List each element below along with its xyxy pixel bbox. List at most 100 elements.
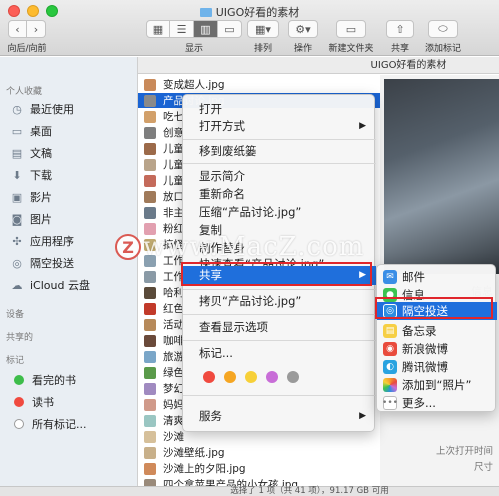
image-thumbnail-icon <box>144 382 156 395</box>
submenu-arrow-icon: ▶ <box>359 411 366 421</box>
menu-item-move-to-trash[interactable]: 移到废纸篓 <box>183 142 376 161</box>
image-thumbnail-icon <box>144 94 156 107</box>
share-button[interactable]: ⇧ <box>386 20 414 38</box>
window-title: UIGO好看的素材 <box>0 4 499 20</box>
sidebar-item-documents[interactable]: ▤ 文稿 <box>10 145 52 161</box>
grid-icon: ▦ <box>152 22 164 36</box>
sidebar-item-applications[interactable]: ✣ 应用程序 <box>10 233 74 249</box>
new-folder-button[interactable]: ▭ <box>336 20 366 38</box>
document-icon: ▤ <box>11 146 23 160</box>
apps-icon: ✣ <box>12 234 22 248</box>
menu-item-get-info[interactable]: 显示简介 <box>183 167 376 186</box>
columns-icon: ▥ <box>200 22 211 36</box>
new-folder-label: 新建文件夹 <box>328 44 374 54</box>
image-thumbnail-icon <box>144 78 156 91</box>
file-name: 哈利 <box>163 287 184 299</box>
share-submenu: ✉ 邮件 ● 信息 ◎ 隔空投送 ▤ 备忘录 ◉ 新浪微博 ◐ 腾讯微博 添加到“照片” •… <box>376 264 497 412</box>
menu-item-services[interactable]: 服务 ▶ <box>183 407 376 426</box>
file-name: 儿童 <box>163 175 184 187</box>
menu-item-label: 查看显示选项 <box>199 320 268 334</box>
clock-icon: ◷ <box>12 102 22 116</box>
sidebar-tag-read-books[interactable]: 看完的书 <box>10 372 76 388</box>
sidebar-item-desktop[interactable]: ▭ 桌面 <box>10 123 52 139</box>
image-thumbnail-icon <box>144 414 156 427</box>
shared-header: 共享的 <box>6 333 34 343</box>
status-bar: 选择了 1 项（共 41 项），91.17 GB 可用 <box>0 486 499 496</box>
purple-tag-dot-icon[interactable] <box>266 371 278 383</box>
sidebar-tag-label: 读书 <box>32 396 54 409</box>
file-name: 梦幻 <box>163 383 184 395</box>
share-item-label: 备忘录 <box>402 324 437 338</box>
sort-button[interactable]: ▦▾ <box>247 20 279 38</box>
display-label: 显示 <box>184 44 204 54</box>
image-thumbnail-icon <box>144 462 156 475</box>
file-name: 沙滩壁纸.jpg <box>163 447 225 459</box>
sidebar-item-recents[interactable]: ◷ 最近使用 <box>10 101 74 117</box>
sidebar-item-downloads[interactable]: ⬇ 下载 <box>10 167 52 183</box>
image-thumbnail-icon <box>144 398 156 411</box>
all-tags-icon <box>14 419 24 429</box>
sidebar-item-movies[interactable]: ▣ 影片 <box>10 189 52 205</box>
devices-header: 设备 <box>6 310 25 320</box>
forward-button[interactable]: › <box>27 20 46 38</box>
image-thumbnail-icon <box>144 190 156 203</box>
sidebar-item-label: 最近使用 <box>30 103 74 116</box>
menu-item-copy[interactable]: 拷贝“产品讨论.jpg” <box>183 292 376 311</box>
list-view-button[interactable]: ☰ <box>170 20 194 38</box>
sidebar-tag-label: 所有标记... <box>32 418 87 431</box>
chevron-right-icon: › <box>33 22 39 36</box>
gray-tag-dot-icon[interactable] <box>287 371 299 383</box>
file-row[interactable]: 沙滩壁纸.jpg <box>138 445 380 460</box>
file-name: 吃七 <box>163 111 184 123</box>
share-item-label: 腾讯微博 <box>402 360 448 374</box>
file-row[interactable]: 沙滩上的夕阳.jpg <box>138 461 380 476</box>
sidebar-item-label: iCloud 云盘 <box>30 279 90 292</box>
camera-icon: ◙ <box>11 212 23 226</box>
tag-icon: ⬭ <box>438 22 448 35</box>
menu-item-tags[interactable]: 标记... <box>183 344 376 363</box>
gallery-view-button[interactable]: ▭ <box>218 20 242 38</box>
sidebar-tag-all[interactable]: 所有标记... <box>10 416 87 432</box>
menu-item-rename[interactable]: 重新命名 <box>183 185 376 204</box>
file-name: 妈妈 <box>163 399 184 411</box>
orange-tag-dot-icon[interactable] <box>224 371 236 383</box>
menu-item-compress[interactable]: 压缩“产品讨论.jpg” <box>183 203 376 222</box>
back-button[interactable]: ‹ <box>8 20 27 38</box>
path-bar-text: UIGO好看的素材 <box>370 60 447 71</box>
sidebar-tag-reading[interactable]: 读书 <box>10 394 54 410</box>
icon-view-button[interactable]: ▦ <box>146 20 170 38</box>
file-name: 沙滩上的夕阳.jpg <box>163 463 246 475</box>
share-item-label: 更多... <box>402 396 436 410</box>
preview-image <box>384 79 499 274</box>
more-icon: ••• <box>382 396 398 410</box>
action-button[interactable]: ⚙▾ <box>288 20 318 38</box>
file-name: 放口 <box>163 191 184 203</box>
yellow-tag-dot-icon[interactable] <box>245 371 257 383</box>
list-icon: ☰ <box>176 22 187 36</box>
share-item-tencent-weibo[interactable]: ◐ 腾讯微博 <box>377 358 497 376</box>
tag-color-row <box>203 371 303 383</box>
share-item-more[interactable]: ••• 更多... <box>377 394 497 412</box>
airdrop-icon: ◎ <box>12 256 22 270</box>
sort-group: ▦▾ <box>247 20 279 38</box>
share-item-mail[interactable]: ✉ 邮件 <box>377 268 497 286</box>
share-item-sina-weibo[interactable]: ◉ 新浪微博 <box>377 340 497 358</box>
share-item-add-to-photos[interactable]: 添加到“照片” <box>377 376 497 394</box>
sidebar-item-pictures[interactable]: ◙ 图片 <box>10 211 52 227</box>
sidebar-item-airdrop[interactable]: ◎ 隔空投送 <box>10 255 74 271</box>
menu-separator <box>183 314 376 315</box>
image-thumbnail-icon <box>144 286 156 299</box>
share-item-notes[interactable]: ▤ 备忘录 <box>377 322 497 340</box>
menu-item-label: 重新命名 <box>199 187 245 201</box>
image-thumbnail-icon <box>144 334 156 347</box>
file-name: 清爽 <box>163 415 184 427</box>
file-row[interactable]: 变成超人.jpg <box>138 77 380 92</box>
menu-item-label: 打开 <box>199 102 222 116</box>
add-tag-group: ⬭ <box>428 20 458 38</box>
sidebar-item-icloud[interactable]: ☁ iCloud 云盘 <box>10 277 90 293</box>
add-tag-button[interactable]: ⬭ <box>428 20 458 38</box>
column-view-button[interactable]: ▥ <box>194 20 218 38</box>
red-tag-dot-icon[interactable] <box>203 371 215 383</box>
menu-item-open-with[interactable]: 打开方式 ▶ <box>183 117 376 136</box>
menu-item-show-view-options[interactable]: 查看显示选项 <box>183 318 376 337</box>
